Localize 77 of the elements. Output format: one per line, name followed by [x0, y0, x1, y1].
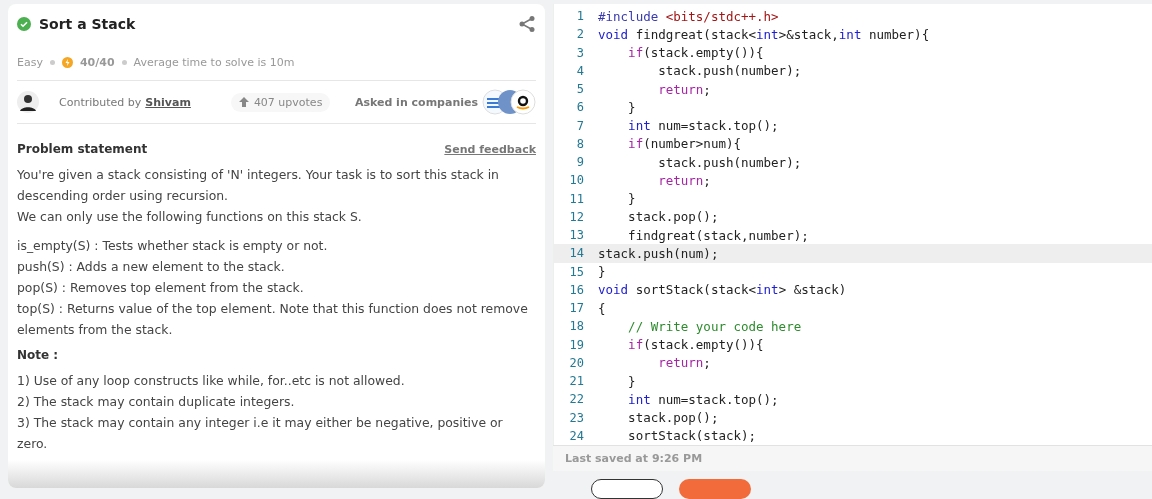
statement-text: push(S) : Adds a new element to the stack. — [17, 258, 286, 276]
avatar-icon — [17, 91, 39, 113]
code-line: stack.push(number); — [657, 63, 802, 79]
note-text: 2) The stack may contain duplicate integers. — [17, 393, 296, 411]
statement-text: top(S) : Returns value of the top element. Note that this function does not remove elements from the stack. — [17, 300, 529, 339]
statement-text: pop(S) : Removes top element from the stack. — [17, 279, 305, 297]
code-line: if(number>num){ — [627, 136, 741, 152]
code-line: return; — [657, 172, 711, 188]
line-number: 12 — [568, 209, 585, 224]
section-heading: Note : — [17, 348, 60, 362]
statement-text: is_empty(S) : Tests whether stack is empty or not. — [17, 237, 329, 255]
outline-button[interactable] — [591, 479, 663, 499]
arrow-up-icon — [238, 97, 249, 107]
section-heading: Problem statement — [17, 142, 148, 156]
code-line: #include <bits/stdc++.h> — [598, 8, 779, 24]
line-number: 9 — [575, 155, 585, 170]
line-number: 8 — [575, 136, 585, 151]
code-line: if(stack.empty()){ — [627, 337, 764, 353]
line-number: 16 — [568, 282, 585, 297]
code-line: } — [627, 373, 636, 389]
lightning-icon — [61, 56, 73, 68]
line-number: 7 — [575, 118, 585, 133]
statement-text: You're given a stack consisting of 'N' integers. Your task is to sort this stack in descending order using recursion. — [17, 166, 500, 205]
code-line: // Write your code here — [627, 318, 802, 334]
code-editor[interactable] — [553, 4, 1152, 445]
line-number: 19 — [568, 337, 585, 352]
line-number: 24 — [568, 428, 585, 443]
upvote-button[interactable]: 407 upvotes — [230, 92, 331, 112]
difficulty-label: Easy — [17, 55, 43, 69]
code-line: return; — [657, 81, 711, 97]
code-line: stack.push(number); — [657, 154, 802, 170]
code-line: sortStack(stack); — [627, 428, 757, 444]
line-number: 2 — [575, 27, 585, 42]
code-line: findgreat(stack,number); — [627, 227, 809, 243]
note-text: 3) The stack may contain any integer i.e it may either be negative, positive or zero. — [17, 414, 504, 453]
note-text: 1) Use of any loop constructs like while, for..etc is not allowed. — [17, 372, 406, 390]
line-number: 21 — [568, 374, 585, 389]
code-line: stack.pop(); — [627, 410, 719, 426]
companies-label: Asked in companies — [354, 95, 478, 109]
line-number: 11 — [568, 191, 585, 206]
code-line: stack.push(num); — [598, 245, 719, 261]
code-line: void findgreat(stack<int>&stack,int number){ — [598, 26, 930, 42]
company-logos-icon — [482, 89, 536, 115]
line-number: 14 — [568, 246, 585, 261]
line-number: 23 — [568, 410, 585, 425]
save-status: Last saved at 9:26 PM — [553, 444, 1152, 471]
average-time-text: Average time to solve is 10m — [133, 55, 295, 69]
line-number: 5 — [575, 82, 585, 97]
contributed-label: Contributed by — [59, 95, 142, 109]
share-icon[interactable] — [518, 15, 536, 33]
code-line: if(stack.empty()){ — [627, 45, 764, 61]
line-number: 20 — [568, 355, 585, 370]
line-number: 17 — [568, 301, 585, 316]
line-number: 22 — [568, 392, 585, 407]
code-line: int num=stack.top(); — [627, 118, 779, 134]
code-line: int num=stack.top(); — [627, 391, 779, 407]
code-line: } — [627, 99, 636, 115]
statement-text: We can only use the following functions on this stack S. — [17, 208, 363, 226]
line-number: 13 — [568, 228, 585, 243]
line-number: 6 — [575, 100, 585, 115]
submit-button[interactable] — [679, 479, 751, 499]
line-number: 1 — [575, 9, 585, 24]
code-line: } — [598, 264, 606, 280]
problem-title: Sort a Stack — [39, 16, 137, 32]
line-number: 3 — [575, 45, 585, 60]
code-line: void sortStack(stack<int> &stack) — [598, 282, 847, 298]
code-line: stack.pop(); — [627, 209, 719, 225]
contributor-link[interactable]: Shivam — [145, 95, 191, 109]
code-line: { — [598, 300, 606, 316]
score-text: 40/40 — [79, 55, 115, 69]
code-line: return; — [657, 355, 711, 371]
feedback-link[interactable]: Send feedback — [444, 142, 536, 156]
line-number: 10 — [568, 173, 585, 188]
code-line: } — [627, 191, 636, 207]
line-number: 15 — [568, 264, 585, 279]
line-number: 18 — [568, 319, 585, 334]
line-number: 4 — [575, 63, 585, 78]
